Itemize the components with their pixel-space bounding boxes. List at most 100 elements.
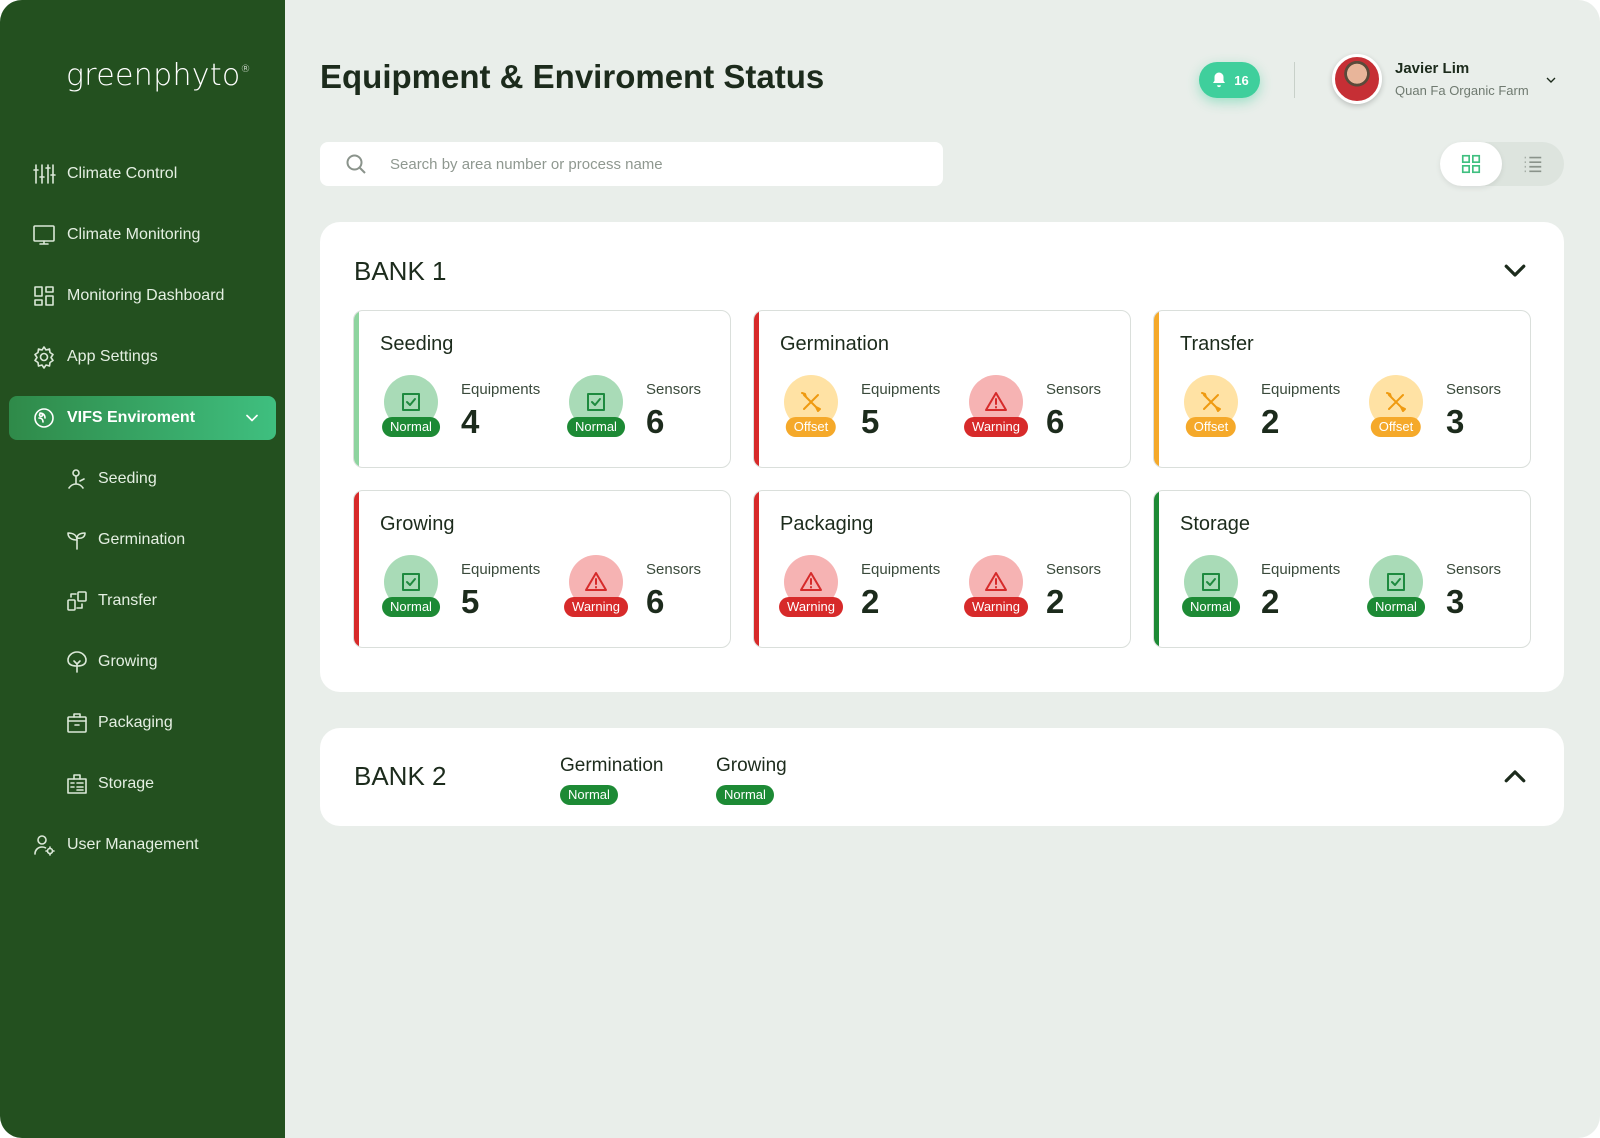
sidebar-item-climate-monitoring[interactable]: Climate Monitoring [0,213,285,257]
metric-value: 5 [461,583,480,620]
view-toggle [1440,142,1564,186]
metric-value: 5 [861,403,880,440]
sidebar-item-germination[interactable]: Germination [0,518,285,562]
metric-value: 3 [1446,583,1465,620]
metric-label: Equipments [461,561,541,578]
avatar[interactable] [1332,54,1382,104]
sidebar-item-user-management[interactable]: User Management [0,823,285,867]
process-card-packaging[interactable]: Packaging Warning Equipments 2 Warning S… [753,490,1131,648]
sensors-metric[interactable]: Warning Sensors 6 [539,555,719,635]
user-organization: Quan Fa Organic Farm [1395,83,1529,98]
process-card-growing[interactable]: Growing Normal Equipments 5 Warning Sens… [353,490,731,648]
metric-value: 6 [1046,403,1065,440]
process-name: Storage [1180,513,1251,535]
dashboard-icon [31,283,57,309]
sprout-icon [64,527,90,553]
trademark: ® [240,64,251,75]
status-badge: Normal [1367,597,1425,617]
bank-title: BANK 1 [354,256,447,286]
list-view-icon [1524,156,1542,173]
list-view-button[interactable] [1502,142,1564,186]
search-input[interactable] [390,155,910,173]
logo[interactable]: greenphyto® [66,58,251,93]
bank-panel[interactable]: BANK 2 Germination Normal Growing Normal [320,728,1564,826]
status-badge: Warning [779,597,843,617]
sidebar-item-label: Climate Monitoring [67,226,201,243]
sensors-metric[interactable]: Warning Sensors 6 [939,375,1119,455]
seeding-icon [64,466,90,492]
metric-label: Equipments [861,381,941,398]
metric-label: Equipments [461,381,541,398]
status-badge: Warning [964,417,1028,437]
metric-value: 2 [1046,583,1065,620]
sidebar-item-label: App Settings [67,348,158,365]
metric-label: Sensors [1446,561,1502,578]
status-badge: Normal [382,597,440,617]
process-name: Germination [780,333,889,355]
metric-label: Sensors [646,381,702,398]
process-card-storage[interactable]: Storage Normal Equipments 2 Normal Senso… [1153,490,1531,648]
sidebar-item-seeding[interactable]: Seeding [0,457,285,501]
sensors-metric[interactable]: Normal Sensors 3 [1339,555,1519,635]
equipments-metric[interactable]: Normal Equipments 4 [354,375,540,455]
sidebar-item-vifs-enviroment[interactable]: VIFS Enviroment [9,396,276,440]
process-name: Growing [716,755,787,776]
monitor-icon [31,222,57,248]
status-badge: Offset [1185,417,1237,437]
status-badge: Warning [964,597,1028,617]
bank-summary-item: Growing Normal [716,755,787,805]
process-card-seeding[interactable]: Seeding Normal Equipments 4 Normal Senso… [353,310,731,468]
process-card-germination[interactable]: Germination Offset Equipments 5 Warning … [753,310,1131,468]
notification-count: 16 [1234,72,1249,88]
chevron-down-icon[interactable] [242,408,262,428]
transfer-icon [64,588,90,614]
notifications-button[interactable]: 16 [1199,62,1260,98]
equipments-metric[interactable]: Offset Equipments 5 [754,375,940,455]
chevron-down-icon[interactable] [1500,255,1530,285]
app-window: greenphyto® Climate Control Climate Moni… [0,0,1600,1138]
search-icon [346,154,366,174]
metric-value: 6 [646,403,665,440]
metric-value: 6 [646,583,665,620]
grid-view-button[interactable] [1440,142,1502,186]
process-name: Seeding [380,333,454,355]
sensors-metric[interactable]: Warning Sensors 2 [939,555,1119,635]
status-badge: Offset [1370,417,1422,437]
sidebar: greenphyto® Climate Control Climate Moni… [0,0,285,1138]
sidebar-item-label: Climate Control [67,165,178,182]
sidebar-item-app-settings[interactable]: App Settings [0,335,285,379]
metric-label: Equipments [1261,381,1341,398]
equipments-metric[interactable]: Offset Equipments 2 [1154,375,1340,455]
sensors-metric[interactable]: Offset Sensors 3 [1339,375,1519,455]
package-icon [64,710,90,736]
metric-label: Sensors [1046,381,1102,398]
metric-value: 2 [861,583,880,620]
sidebar-item-climate-control[interactable]: Climate Control [0,152,285,196]
sidebar-item-transfer[interactable]: Transfer [0,579,285,623]
sidebar-item-packaging[interactable]: Packaging [0,701,285,745]
status-badge: Normal [716,785,774,805]
bank-title: BANK 2 [354,761,447,791]
chevron-up-icon[interactable] [1500,762,1530,792]
status-badge: Offset [785,417,837,437]
equipments-metric[interactable]: Warning Equipments 2 [754,555,940,635]
process-card-transfer[interactable]: Transfer Offset Equipments 2 Offset Sens… [1153,310,1531,468]
equipments-metric[interactable]: Normal Equipments 5 [354,555,540,635]
sidebar-item-monitoring-dashboard[interactable]: Monitoring Dashboard [0,274,285,318]
chevron-down-icon[interactable] [1543,72,1559,88]
sidebar-item-label: VIFS Enviroment [67,409,196,426]
sidebar-item-label: Storage [98,775,155,792]
metric-label: Equipments [861,561,941,578]
metric-label: Sensors [1046,561,1102,578]
page-title: Equipment & Enviroment Status [320,58,825,95]
sidebar-item-label: Seeding [98,470,157,487]
user-settings-icon [31,832,57,858]
sidebar-item-storage[interactable]: Storage [0,762,285,806]
equipments-metric[interactable]: Normal Equipments 2 [1154,555,1340,635]
sidebar-item-label: Growing [98,653,158,670]
status-badge: Normal [382,417,440,437]
sidebar-item-label: Monitoring Dashboard [67,287,225,304]
status-badge: Normal [1182,597,1240,617]
sidebar-item-growing[interactable]: Growing [0,640,285,684]
sensors-metric[interactable]: Normal Sensors 6 [539,375,719,455]
